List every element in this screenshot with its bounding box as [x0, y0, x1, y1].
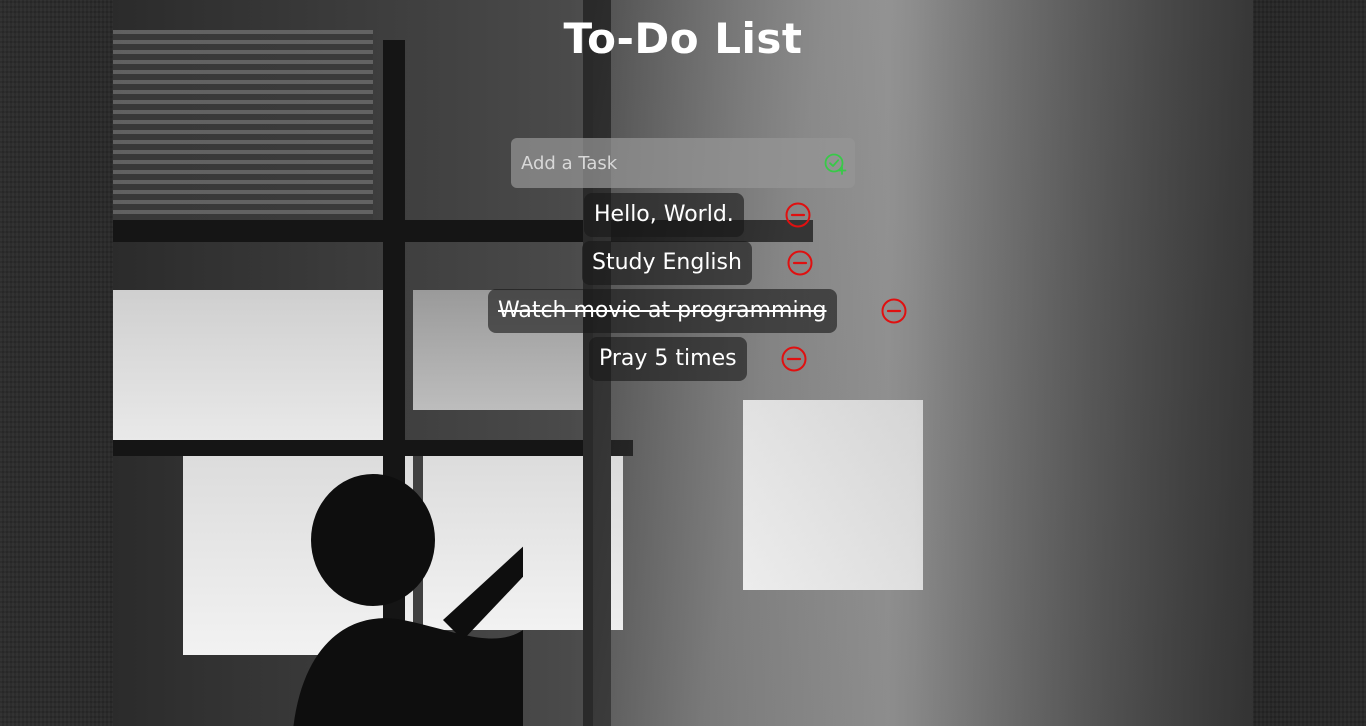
remove-task-button[interactable] [781, 346, 807, 372]
add-task-button[interactable] [823, 152, 847, 176]
task-label[interactable]: Pray 5 times [589, 337, 747, 381]
page-title: To-Do List [563, 14, 803, 63]
task-label[interactable]: Study English [582, 241, 752, 285]
photo-shadow [913, 0, 1253, 726]
person-silhouette [293, 474, 523, 726]
add-task-box [511, 138, 855, 188]
remove-task-button[interactable] [881, 298, 907, 324]
remove-task-button[interactable] [787, 250, 813, 276]
window-frame [113, 440, 633, 456]
page: To-Do List Hello, World. Study English [0, 0, 1366, 726]
add-task-input[interactable] [511, 138, 811, 188]
task-label[interactable]: Hello, World. [584, 193, 744, 237]
task-label-completed[interactable]: Watch movie at programming [488, 289, 837, 333]
background-window [113, 290, 393, 440]
remove-task-button[interactable] [785, 202, 811, 228]
